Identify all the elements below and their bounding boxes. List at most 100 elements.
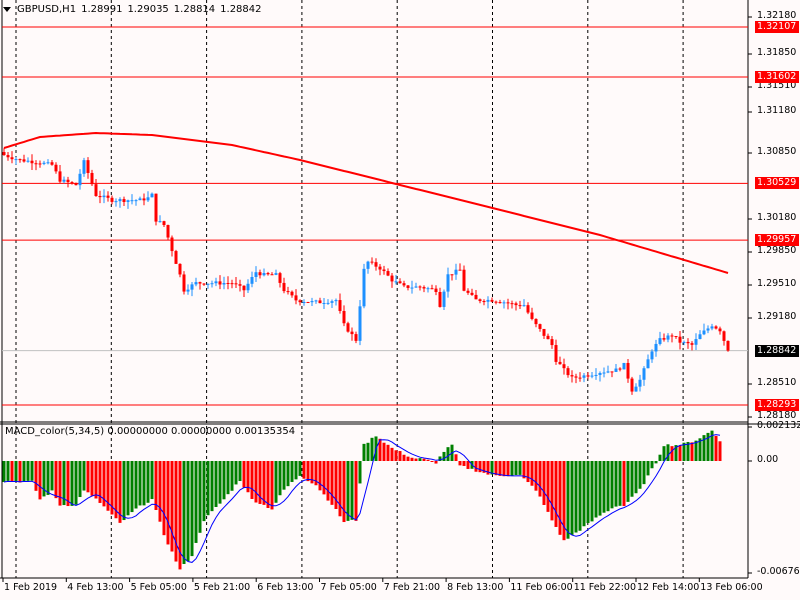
macd-bar-rising bbox=[186, 461, 190, 562]
macd-bar-falling bbox=[390, 447, 394, 461]
bearish-candle bbox=[70, 182, 74, 184]
macd-bar-rising bbox=[210, 461, 214, 512]
bearish-candle bbox=[94, 184, 98, 197]
macd-bar-rising bbox=[510, 461, 514, 476]
bearish-candle bbox=[626, 362, 630, 379]
macd-bar-rising bbox=[22, 461, 26, 482]
macd-bar-falling bbox=[86, 461, 90, 493]
bearish-candle bbox=[718, 328, 722, 332]
bearish-candle bbox=[610, 371, 614, 373]
bearish-candle bbox=[542, 328, 546, 336]
price-chart[interactable] bbox=[0, 0, 800, 600]
bearish-candle bbox=[390, 275, 394, 282]
macd-bar-falling bbox=[270, 461, 274, 510]
bearish-candle bbox=[618, 368, 622, 370]
bearish-candle bbox=[370, 261, 374, 263]
macd-bar-falling bbox=[266, 461, 270, 508]
macd-bar-rising bbox=[446, 447, 450, 461]
dropdown-triangle-icon[interactable] bbox=[3, 7, 11, 12]
macd-bar-rising bbox=[226, 461, 230, 495]
bullish-candle bbox=[694, 339, 698, 345]
macd-bar-rising bbox=[350, 461, 354, 520]
bearish-candle bbox=[530, 312, 534, 319]
macd-bar-rising bbox=[598, 461, 602, 516]
time-label: 8 Feb 13:00 bbox=[447, 582, 504, 593]
bearish-candle bbox=[50, 162, 54, 165]
bullish-candle bbox=[622, 362, 626, 370]
bearish-candle bbox=[34, 163, 38, 165]
macd-bar-falling bbox=[386, 444, 390, 461]
bearish-candle bbox=[478, 299, 482, 302]
bullish-candle bbox=[158, 221, 162, 223]
bullish-candle bbox=[250, 277, 254, 284]
macd-bar-rising bbox=[630, 461, 634, 497]
bearish-candle bbox=[526, 305, 530, 313]
macd-bar-falling bbox=[434, 461, 438, 464]
bearish-candle bbox=[338, 300, 342, 311]
bullish-candle bbox=[650, 351, 654, 360]
price-tick-label: 1.32180 bbox=[757, 10, 797, 21]
bearish-candle bbox=[678, 336, 682, 343]
bearish-candle bbox=[498, 302, 502, 304]
macd-bar-falling bbox=[382, 442, 386, 461]
bearish-candle bbox=[342, 310, 346, 324]
macd-bar-falling bbox=[330, 461, 334, 505]
macd-bar-rising bbox=[238, 461, 242, 482]
macd-bar-rising bbox=[146, 461, 150, 503]
macd-bar-rising bbox=[642, 461, 646, 485]
macd-bar-rising bbox=[218, 461, 222, 504]
bullish-candle bbox=[194, 282, 198, 285]
macd-bar-falling bbox=[398, 451, 402, 461]
bearish-candle bbox=[422, 287, 426, 289]
symbol-label: GBPUSD,H1 bbox=[17, 4, 77, 15]
bullish-candle bbox=[78, 173, 82, 186]
macd-bar-falling bbox=[302, 461, 306, 479]
bullish-candle bbox=[186, 289, 190, 292]
macd-bar-rising bbox=[370, 437, 374, 461]
bearish-candle bbox=[510, 303, 514, 305]
macd-bar-rising bbox=[570, 461, 574, 535]
macd-bar-falling bbox=[38, 461, 42, 500]
bullish-candle bbox=[590, 375, 594, 377]
bullish-candle bbox=[666, 335, 670, 340]
bearish-candle bbox=[574, 376, 578, 378]
macd-bar-falling bbox=[714, 435, 718, 461]
bearish-candle bbox=[174, 251, 178, 264]
macd-bar-falling bbox=[538, 461, 542, 497]
level-price-tag: 1.31602 bbox=[755, 71, 799, 83]
bearish-candle bbox=[570, 375, 574, 377]
macd-bar-falling bbox=[402, 454, 406, 461]
bearish-candle bbox=[662, 338, 666, 340]
macd-bar-rising bbox=[194, 461, 198, 543]
bearish-candle bbox=[10, 157, 14, 160]
open-value: 1.28991 bbox=[81, 4, 123, 15]
bearish-candle bbox=[346, 323, 350, 332]
bearish-candle bbox=[494, 301, 498, 303]
bearish-candle bbox=[374, 262, 378, 267]
bearish-candle bbox=[430, 288, 434, 290]
macd-bar-falling bbox=[554, 461, 558, 527]
macd-bar-rising bbox=[362, 443, 366, 461]
bullish-candle bbox=[634, 386, 638, 392]
bearish-candle bbox=[554, 345, 558, 362]
bearish-candle bbox=[518, 305, 522, 307]
bullish-candle bbox=[582, 375, 586, 378]
macd-bar-rising bbox=[282, 461, 286, 490]
macd-bar-rising bbox=[46, 461, 50, 495]
bearish-candle bbox=[154, 193, 158, 222]
bearish-candle bbox=[90, 172, 94, 185]
bullish-candle bbox=[698, 334, 702, 340]
macd-bar-falling bbox=[542, 461, 546, 505]
bearish-candle bbox=[226, 282, 230, 284]
bearish-candle bbox=[382, 269, 386, 272]
current-price-tag: 1.28842 bbox=[755, 344, 799, 357]
bearish-candle bbox=[466, 290, 470, 293]
macd-bar-falling bbox=[54, 461, 58, 499]
bullish-candle bbox=[134, 200, 138, 202]
macd-bar-rising bbox=[650, 461, 654, 469]
macd-bar-falling bbox=[158, 461, 162, 522]
macd-bar-falling bbox=[498, 461, 502, 476]
bearish-candle bbox=[726, 340, 730, 351]
bullish-candle bbox=[254, 272, 258, 278]
macd-bar-rising bbox=[346, 461, 350, 521]
